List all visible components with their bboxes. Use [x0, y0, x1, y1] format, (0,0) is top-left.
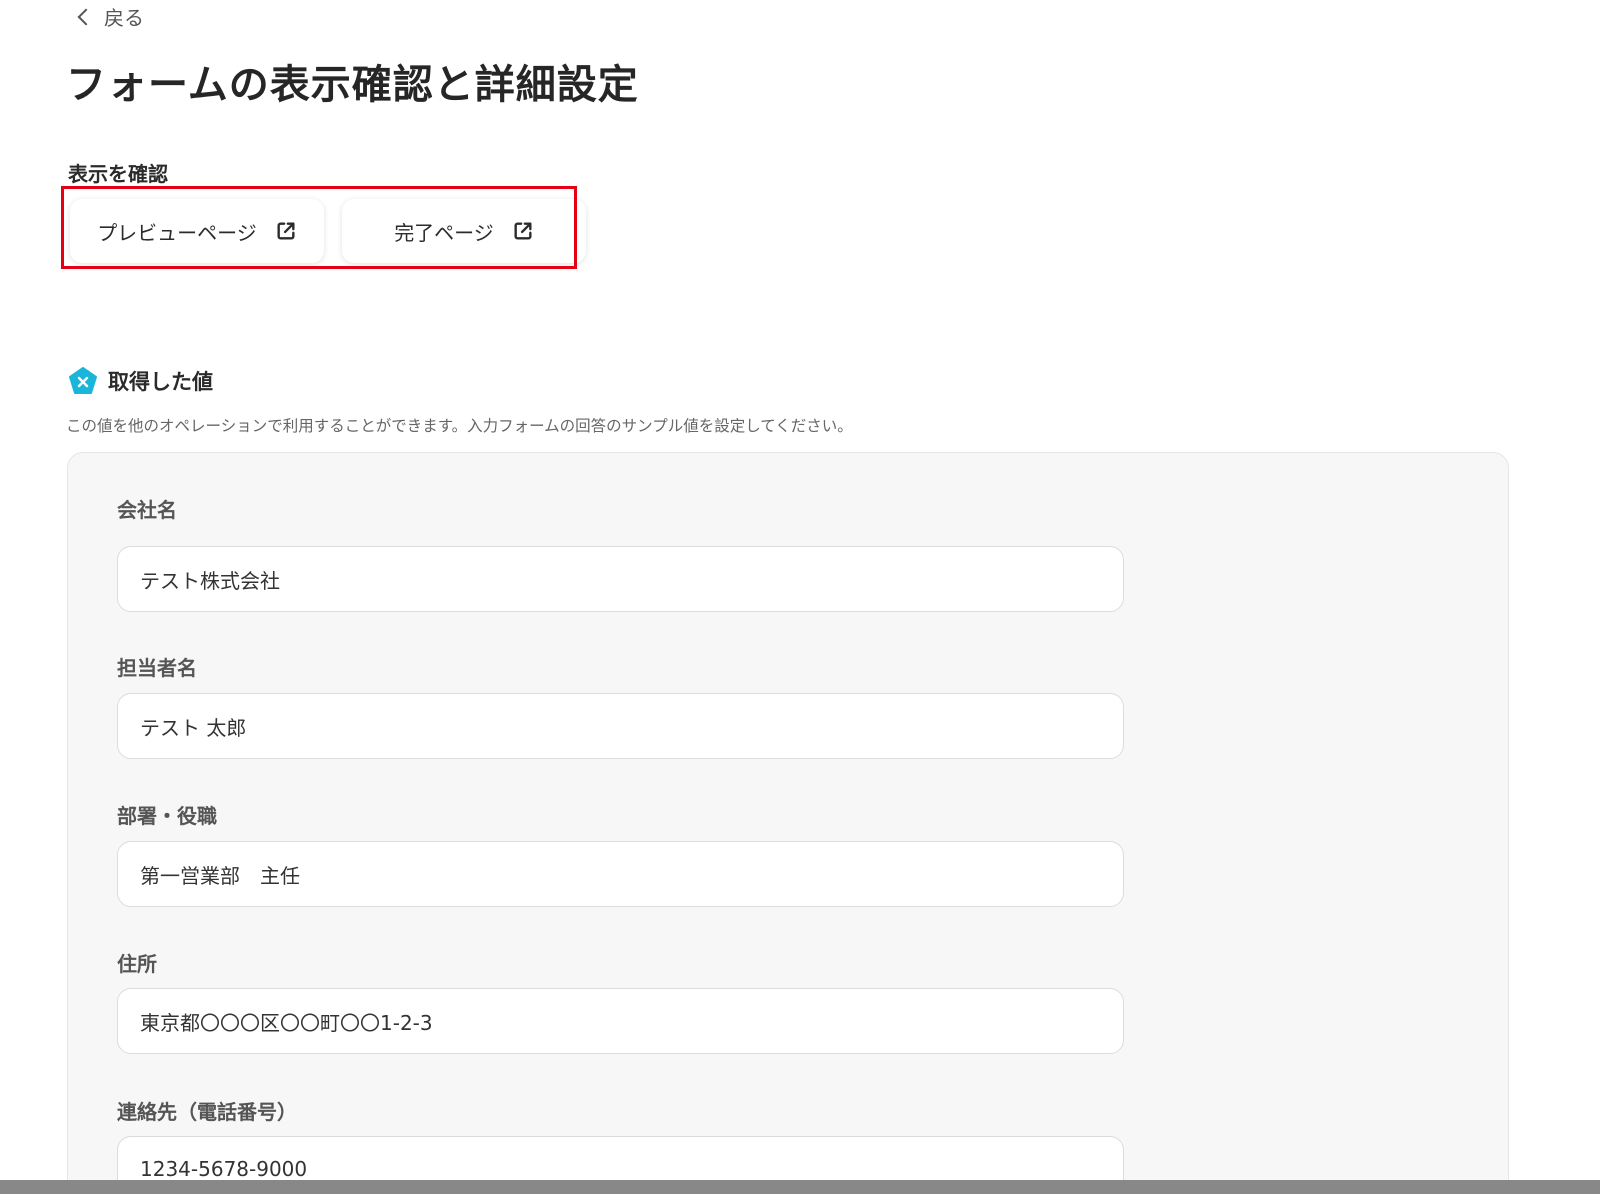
chevron-left-icon — [77, 8, 95, 25]
field-label-address: 住所 — [117, 952, 157, 976]
back-link[interactable]: 戻る — [76, 2, 144, 31]
company-name-field[interactable]: テスト株式会社 — [117, 546, 1124, 612]
field-label-contact-person: 担当者名 — [117, 656, 197, 680]
values-heading-label: 取得した値 — [108, 370, 213, 394]
address-field[interactable]: 東京都〇〇〇区〇〇町〇〇1-2-3 — [117, 988, 1124, 1054]
department-title-field[interactable]: 第一営業部 主任 — [117, 841, 1124, 907]
back-label: 戻る — [104, 6, 144, 30]
page-title: フォームの表示確認と詳細設定 — [66, 62, 639, 108]
bottom-edge — [0, 1194, 1600, 1204]
horizontal-scrollbar[interactable] — [0, 1180, 1600, 1194]
highlight-annotation-box — [61, 186, 577, 269]
values-heading: 取得した値 — [68, 366, 213, 396]
page: 戻る フォームの表示確認と詳細設定 表示を確認 プレビューページ 完了ページ 取… — [0, 0, 1600, 1204]
contact-person-field[interactable]: テスト 太郎 — [117, 693, 1124, 759]
preview-section-label: 表示を確認 — [68, 162, 168, 186]
values-description: この値を他のオペレーションで利用することができます。入力フォームの回答のサンプル… — [66, 417, 853, 435]
field-label-department: 部署・役職 — [117, 804, 217, 828]
pentagon-badge-icon — [69, 367, 97, 394]
field-label-company: 会社名 — [117, 498, 177, 522]
field-label-phone: 連絡先（電話番号） — [117, 1100, 297, 1124]
